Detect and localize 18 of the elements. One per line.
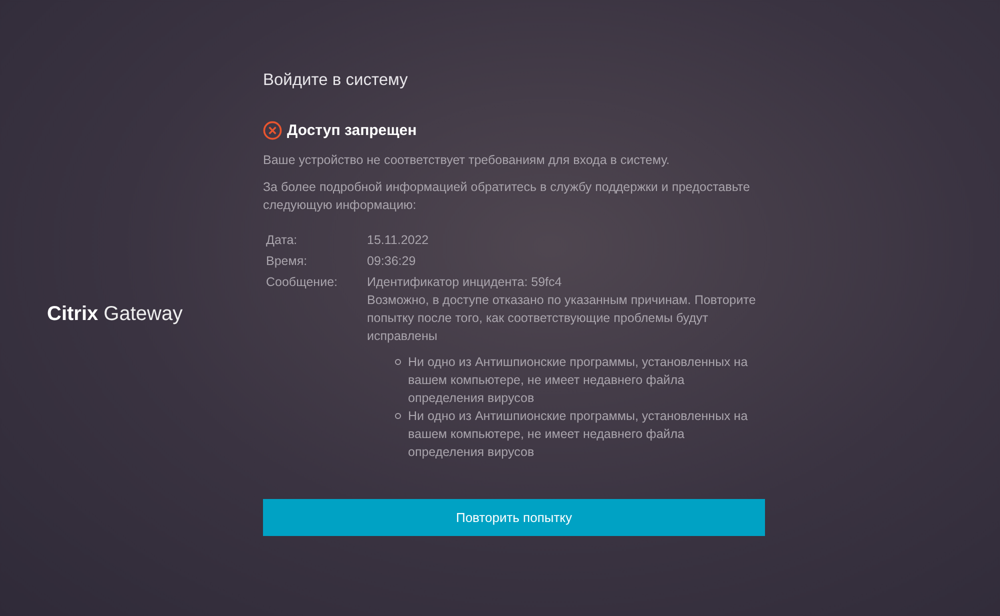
retry-button[interactable]: Повторить попытку (263, 499, 765, 536)
detail-value: Идентификатор инцидента: 59fc4 (367, 274, 563, 291)
reason-text: Ни одно из Антишпионские программы, установленных на вашем компьютере, не имеет недавнего файла определения вирусов (408, 354, 748, 407)
citrix-gateway-logo: Citrix Gateway (47, 302, 183, 326)
detail-label: Время: (266, 253, 308, 270)
bullet-icon (395, 359, 401, 365)
error-heading: Доступ запрещен (287, 122, 417, 139)
detail-label: Дата: (266, 232, 298, 249)
error-icon (263, 121, 282, 140)
error-message: За более подробной информацией обратитесь в службу поддержки и предоставьте следующую информацию: (263, 179, 751, 214)
detail-value: 09:36:29 (367, 253, 417, 270)
error-message: Ваше устройство не соответствует требованиям для входа в систему. (263, 152, 670, 169)
page-title: Войдите в систему (263, 71, 408, 90)
detail-value: 15.11.2022 (367, 232, 430, 249)
bullet-icon (395, 413, 401, 419)
detail-label: Сообщение: (266, 274, 338, 291)
detail-value: Возможно, в доступе отказано по указанным причинам. Повторите попытку после того, как соответствующие проблемы будут исправлены (367, 292, 757, 345)
reason-text: Ни одно из Антишпионские программы, установленных на вашем компьютере, не имеет недавнего файла определения вирусов (408, 408, 748, 461)
